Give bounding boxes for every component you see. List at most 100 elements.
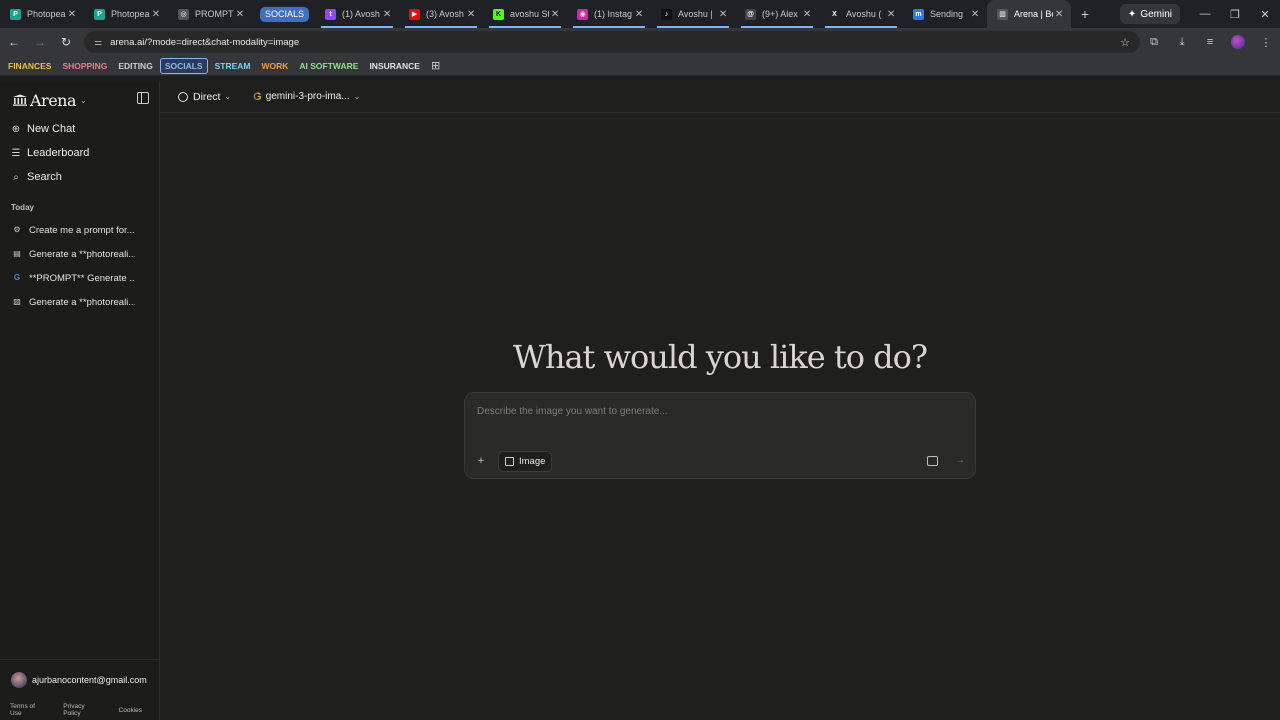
photopea-icon: P: [10, 8, 21, 20]
sidebar-item-new-chat[interactable]: ⊕ New Chat: [0, 117, 160, 141]
media-control-icon[interactable]: ≡: [1196, 36, 1224, 48]
chat-topbar: Direct ⌄ G gemini-3-pro-ima... ⌄: [160, 81, 1280, 113]
arena-logo-icon: [13, 94, 27, 106]
bookmark-editing[interactable]: EDITING: [114, 59, 156, 73]
mail-icon: m: [913, 8, 925, 20]
close-tab-icon[interactable]: ✕: [885, 9, 897, 20]
history-section-label: Today: [11, 203, 34, 212]
tiktok-icon: ♪: [661, 8, 673, 20]
close-tab-icon[interactable]: ✕: [465, 9, 477, 20]
terms-link[interactable]: Terms of Use: [10, 703, 45, 717]
close-tab-icon[interactable]: ✕: [66, 9, 78, 20]
mode-selector[interactable]: Direct ⌄: [178, 91, 231, 103]
bookmark-socials[interactable]: SOCIALS: [159, 57, 208, 74]
chevron-down-icon: ⌄: [224, 92, 232, 101]
send-button[interactable]: →: [952, 453, 968, 469]
chat-bubble-icon: [178, 91, 188, 102]
new-tab-button[interactable]: +: [1073, 6, 1097, 22]
menu-kebab-icon[interactable]: ⋮: [1252, 36, 1280, 49]
chevron-down-icon: ⌄: [353, 92, 361, 101]
bookmark-finances[interactable]: FINANCES: [4, 59, 55, 73]
sidebar-item-leaderboard[interactable]: ☰ Leaderboard: [0, 141, 160, 165]
close-tab-icon[interactable]: ✕: [717, 9, 729, 20]
image-mode-chip[interactable]: Image: [498, 451, 553, 472]
browser-tab[interactable]: ◎PROMPTS✕: [168, 0, 252, 28]
sidebar-item-search[interactable]: ⌕ Search: [0, 165, 160, 189]
close-window-button[interactable]: ✕: [1250, 8, 1280, 21]
photopea-icon: P: [94, 8, 105, 20]
browser-toolbar: ← → ↻ ⚌ arena.ai/?mode=direct&chat-modal…: [0, 28, 1280, 56]
sidebar-nav: ⊕ New Chat ☰ Leaderboard ⌕ Search: [0, 117, 160, 189]
arena-page: Arena ⌄ ⊕ New Chat ☰ Leaderboard ⌕ Search T…: [0, 81, 1280, 720]
history-item[interactable]: ▨ Generate a **photoreali...: [0, 290, 160, 314]
history-item[interactable]: ⚙ Create me a prompt for...: [0, 218, 160, 242]
site-info-icon[interactable]: ⚌: [94, 37, 102, 48]
back-button[interactable]: ←: [2, 35, 26, 49]
logo-text: Arena: [30, 90, 77, 110]
close-tab-icon[interactable]: ✕: [801, 9, 813, 20]
tab-group-socials[interactable]: SOCIALS: [260, 6, 310, 22]
sidebar-toggle-icon[interactable]: [137, 92, 149, 104]
address-bar[interactable]: ⚌ arena.ai/?mode=direct&chat-modality=im…: [84, 31, 1140, 53]
upload-image-icon[interactable]: [927, 456, 938, 466]
youtube-icon: ▶: [409, 8, 421, 20]
user-account[interactable]: ajurbanocontent@gmail.com: [0, 659, 160, 699]
chevron-down-icon: ⌄: [80, 95, 87, 105]
browser-tab[interactable]: P Photopea ✕: [84, 0, 168, 28]
close-tab-icon[interactable]: ✕: [234, 9, 246, 20]
browser-tab[interactable]: m Sending ✕: [903, 0, 987, 28]
avatar: [11, 671, 27, 688]
user-email: ajurbanocontent@gmail.com: [32, 674, 147, 685]
browser-tab[interactable]: Kavoshu St ✕: [483, 0, 567, 28]
arena-icon: ▥: [997, 8, 1009, 20]
browser-tab[interactable]: ◉ (1) Instag ✕: [567, 0, 651, 28]
close-tab-icon[interactable]: ✕: [969, 9, 981, 20]
history-item[interactable]: ▤ Generate a **photoreali...: [0, 242, 160, 266]
close-tab-icon[interactable]: ✕: [1053, 9, 1065, 20]
profile-avatar[interactable]: [1231, 35, 1245, 49]
bookmark-shopping[interactable]: SHOPPING: [58, 59, 111, 73]
restore-button[interactable]: ❐: [1220, 8, 1250, 21]
history-item[interactable]: G **PROMPT** Generate ...: [0, 266, 160, 290]
x-icon: X: [829, 8, 841, 20]
browser-tab[interactable]: @ (9+) Alex ✕: [735, 0, 819, 28]
bookmark-star-icon[interactable]: ☆: [1120, 36, 1130, 49]
arena-logo[interactable]: Arena ⌄: [12, 89, 152, 111]
browser-tab[interactable]: t (1) Avosh ✕: [315, 0, 399, 28]
plus-circle-icon: ⊕: [11, 123, 21, 135]
url-text[interactable]: arena.ai/?mode=direct&chat-modality=imag…: [110, 37, 1120, 48]
close-tab-icon[interactable]: ✕: [633, 9, 645, 20]
browser-tab[interactable]: ▶ (3) Avosh ✕: [399, 0, 483, 28]
extensions-icon[interactable]: ⧉: [1140, 36, 1168, 49]
openai-icon: ◎: [178, 8, 189, 20]
forward-button[interactable]: →: [28, 35, 52, 49]
prompt-input[interactable]: [477, 406, 957, 426]
list-icon: ☰: [11, 147, 21, 159]
instagram-icon: ◉: [577, 8, 589, 20]
close-tab-icon[interactable]: ✕: [381, 9, 393, 20]
close-tab-icon[interactable]: ✕: [549, 9, 561, 20]
apps-grid-icon[interactable]: ⊞: [431, 59, 440, 72]
privacy-link[interactable]: Privacy Policy: [63, 703, 100, 717]
google-icon: G: [13, 273, 21, 282]
add-attachment-button[interactable]: +: [474, 454, 488, 468]
gemini-button[interactable]: ✦ Gemini: [1119, 4, 1180, 24]
search-icon: ⌕: [13, 171, 19, 183]
bookmark-insurance[interactable]: INSURANCE: [365, 59, 424, 73]
browser-tab[interactable]: P Photopea ✕: [0, 0, 84, 28]
bookmark-stream[interactable]: STREAM: [211, 59, 255, 73]
bookmark-ai-software[interactable]: AI SOFTWARE: [295, 59, 362, 73]
model-selector[interactable]: G gemini-3-pro-ima... ⌄: [253, 91, 360, 103]
bookmark-work[interactable]: WORK: [257, 59, 292, 73]
openai-icon: ⚙: [13, 225, 21, 234]
download-icon[interactable]: ⤓: [1168, 36, 1196, 49]
footer-links: Terms of Use Privacy Policy Cookies: [0, 702, 160, 718]
reload-button[interactable]: ↻: [54, 35, 78, 49]
browser-tab[interactable]: ♪ Avoshu | ✕: [651, 0, 735, 28]
minimize-button[interactable]: —: [1190, 8, 1220, 20]
hero-title: What would you like to do?: [512, 338, 928, 376]
close-tab-icon[interactable]: ✕: [150, 9, 162, 20]
browser-tab[interactable]: X Avoshu (✕: [819, 0, 903, 28]
cookies-link[interactable]: Cookies: [119, 707, 142, 714]
browser-tab-active[interactable]: ▥ Arena | Be ✕: [987, 0, 1072, 28]
